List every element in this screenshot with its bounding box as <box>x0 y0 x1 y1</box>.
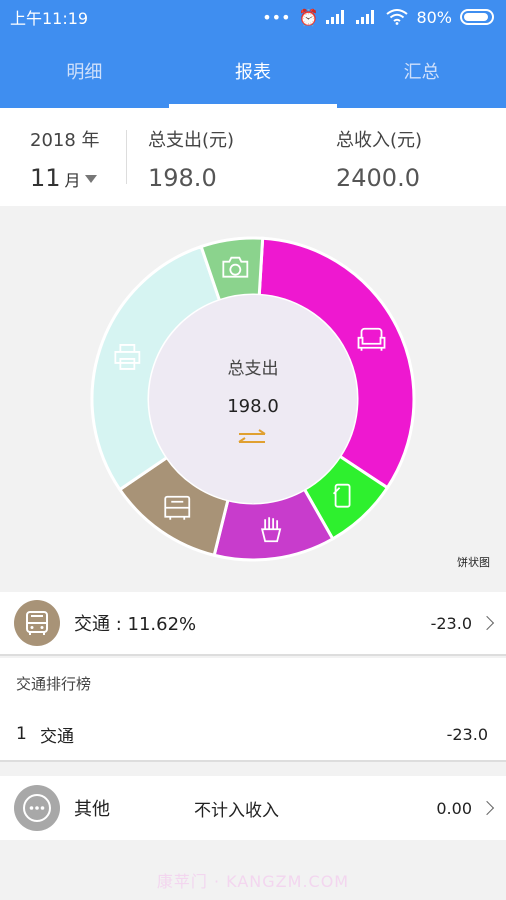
battery-percent: 80% <box>416 7 452 27</box>
ranking-number: 1 <box>16 724 27 744</box>
total-income-value: 2400.0 <box>336 164 420 192</box>
pie-caption[interactable]: 饼状图 <box>457 554 490 570</box>
tab-detail[interactable]: 明细 <box>0 34 169 108</box>
tab-summary[interactable]: 汇总 <box>337 34 506 108</box>
chevron-right-icon <box>479 800 495 816</box>
other-label: 其他 <box>74 799 110 820</box>
donut-chart: 总支出 198.0 <box>90 236 416 562</box>
chart-area: 总支出 198.0 饼状图 <box>0 206 506 590</box>
month-unit: 月 <box>64 171 81 190</box>
alarm-icon: ⏰ <box>298 7 319 27</box>
year-label: 2018 年 <box>30 130 100 151</box>
signal-icon-2 <box>356 10 375 24</box>
total-income-label: 总收入(元) <box>336 130 423 151</box>
other-value: 0.00 <box>436 798 472 818</box>
tab-bar: 明细 报表 汇总 <box>0 34 506 108</box>
status-bar: 上午11:19 ••• ⏰ 80% <box>0 0 506 34</box>
more-icon <box>14 785 60 831</box>
total-expense-label: 总支出(元) <box>148 130 235 151</box>
selected-category-row[interactable]: 交通 : 11.62% -23.0 <box>0 592 506 656</box>
selected-category-value: -23.0 <box>430 613 472 633</box>
battery-icon <box>460 9 494 25</box>
other-row[interactable]: 其他 不计入收入 0.00 <box>0 776 506 840</box>
ranking-value: -23.0 <box>446 724 488 744</box>
chevron-right-icon <box>479 615 495 631</box>
status-icons: ••• ⏰ 80% <box>262 8 494 27</box>
status-time: 上午11:19 <box>10 9 89 28</box>
divider <box>126 130 127 184</box>
ranking-row[interactable]: 1 交通 -23.0 <box>0 708 506 762</box>
wifi-icon <box>386 9 409 25</box>
bus-icon <box>14 600 60 646</box>
summary-panel: 2018 年 11 月 总支出(元) 198.0 总收入(元) 2400.0 <box>0 108 506 206</box>
watermark: 康苹门 · KANGZM.COM <box>156 872 350 891</box>
month-selector[interactable]: 11 月 <box>30 164 97 192</box>
notification-dots-icon: ••• <box>262 7 291 27</box>
caret-down-icon <box>84 175 97 183</box>
tab-report[interactable]: 报表 <box>168 34 338 108</box>
selected-category-label: 交通 : 11.62% <box>74 614 197 635</box>
ranking-title: 交通排行榜 <box>0 658 506 708</box>
month-value: 11 <box>30 164 61 192</box>
ranking-name: 交通 <box>40 726 74 747</box>
total-expense-value: 198.0 <box>148 164 217 192</box>
donut-center-label: 总支出 <box>228 359 279 379</box>
donut-center-value: 198.0 <box>227 396 279 417</box>
signal-icon <box>326 10 345 24</box>
other-note: 不计入收入 <box>194 800 279 821</box>
